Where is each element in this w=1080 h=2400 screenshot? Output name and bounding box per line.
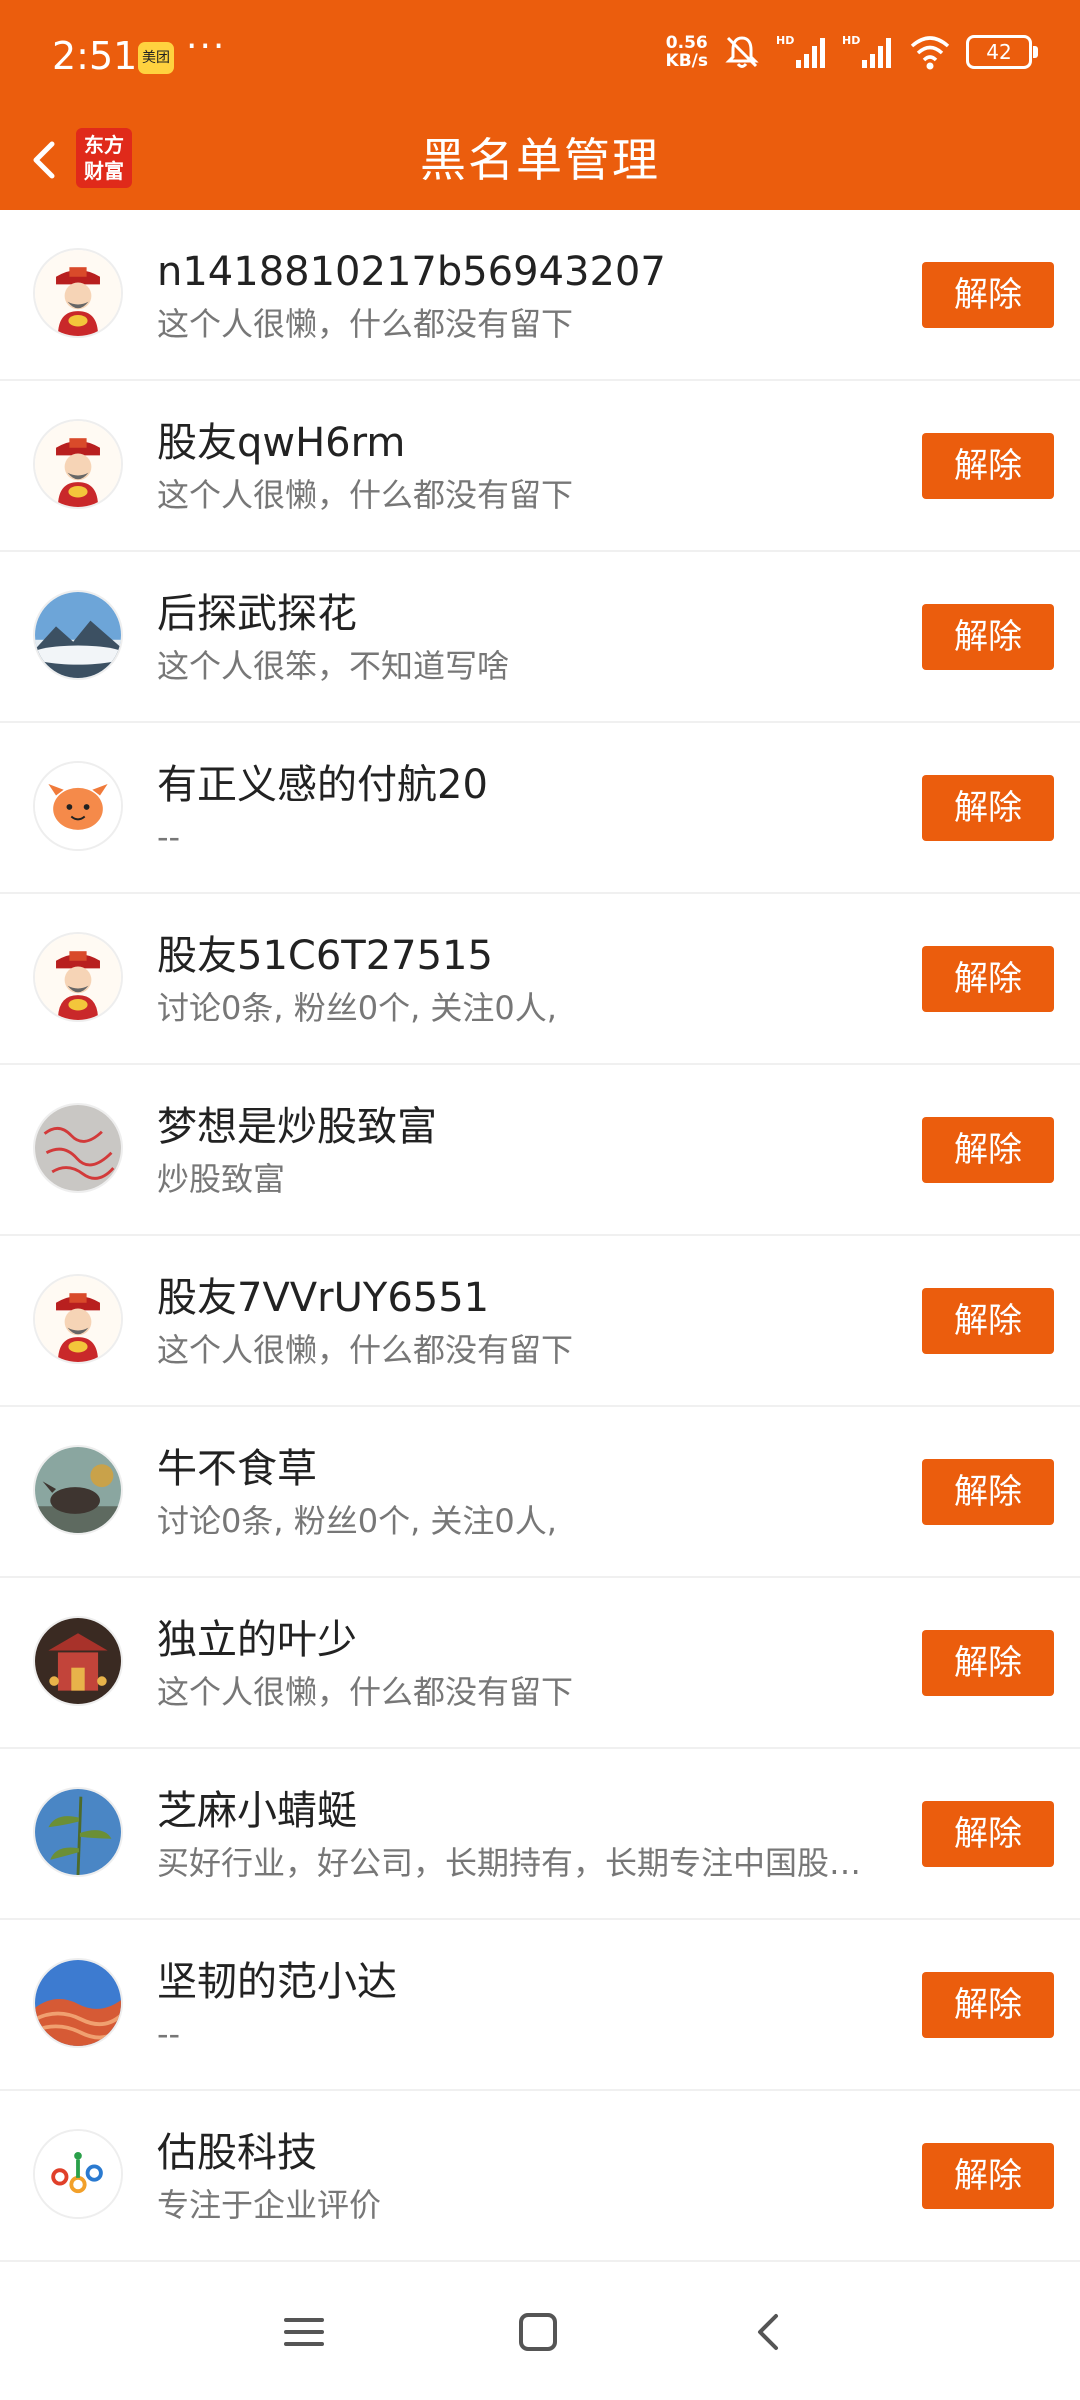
user-name[interactable]: 股友51C6T27515 (157, 930, 493, 982)
user-avatar[interactable] (33, 932, 123, 1022)
remove-button[interactable]: 解除 (922, 1288, 1054, 1354)
user-name[interactable]: 梦想是炒股致富 (157, 1101, 437, 1153)
user-avatar[interactable] (33, 2129, 123, 2219)
list-item: 股友51C6T27515 讨论0条, 粉丝0个, 关注0人, 解除 (0, 894, 1080, 1065)
blacklist: n1418810217b56943207 这个人很懒，什么都没有留下 解除 股友… (0, 210, 1080, 2262)
user-name[interactable]: 估股科技 (157, 2127, 317, 2179)
user-name[interactable]: 股友qwH6rm (157, 417, 405, 469)
user-avatar[interactable] (33, 1958, 123, 2048)
remove-button[interactable]: 解除 (922, 433, 1054, 499)
meituan-notification-icon: 美团 (138, 42, 174, 74)
list-item: 后探武探花 这个人很笨，不知道写啥 解除 (0, 552, 1080, 723)
svg-text:HD: HD (776, 34, 794, 47)
user-bio: 专注于企业评价 (157, 2186, 382, 2224)
network-speed: 0.56 KB/s (666, 34, 708, 70)
user-avatar[interactable] (33, 1445, 123, 1535)
user-bio: -- (157, 2015, 181, 2053)
remove-button[interactable]: 解除 (922, 262, 1054, 328)
signal-icon: HD (776, 34, 825, 68)
user-bio: 这个人很懒，什么都没有留下 (157, 1673, 574, 1711)
user-name[interactable]: 后探武探花 (157, 588, 357, 640)
remove-button[interactable]: 解除 (922, 1630, 1054, 1696)
user-avatar[interactable] (33, 1103, 123, 1193)
temple-icon (35, 1618, 121, 1704)
page-title: 黑名单管理 (420, 133, 660, 187)
remove-button[interactable]: 解除 (922, 2143, 1054, 2209)
system-nav-bar (0, 2264, 1080, 2400)
list-item: n1418810217b56943207 这个人很懒，什么都没有留下 解除 (0, 210, 1080, 381)
list-item: 梦想是炒股致富 炒股致富 解除 (0, 1065, 1080, 1236)
list-item: 估股科技 专注于企业评价 解除 (0, 2091, 1080, 2262)
wifi-icon (910, 36, 950, 70)
user-name[interactable]: 独立的叶少 (157, 1614, 357, 1666)
remove-button[interactable]: 解除 (922, 604, 1054, 670)
home-icon[interactable] (514, 2308, 562, 2356)
list-item: 股友7VVrUY6551 这个人很懒，什么都没有留下 解除 (0, 1236, 1080, 1407)
list-item: 芝麻小蜻蜓 买好行业，好公司，长期持有，长期专注中国股… 解除 (0, 1749, 1080, 1920)
user-name[interactable]: 芝麻小蜻蜓 (157, 1785, 357, 1837)
remove-button[interactable]: 解除 (922, 1801, 1054, 1867)
god-of-wealth-icon (35, 250, 121, 336)
god-of-wealth-icon (35, 421, 121, 507)
user-bio: 这个人很笨，不知道写啥 (157, 647, 510, 685)
user-avatar[interactable] (33, 248, 123, 338)
user-avatar[interactable] (33, 761, 123, 851)
status-bar: 2:51 美团 ··· 0.56 KB/s HD HD 42 (0, 0, 1080, 110)
user-name[interactable]: 股友7VVrUY6551 (157, 1272, 489, 1324)
remove-button[interactable]: 解除 (922, 1459, 1054, 1525)
user-name[interactable]: n1418810217b56943207 (157, 246, 666, 298)
plant-icon (35, 1789, 121, 1875)
user-name[interactable]: 有正义感的付航20 (157, 759, 488, 811)
gugu-logo-icon (35, 2131, 121, 2217)
wall-street-bull-icon (35, 1447, 121, 1533)
network-speed-value: 0.56 (665, 33, 708, 53)
battery-indicator: 42 (966, 35, 1038, 69)
svg-text:HD: HD (842, 34, 860, 47)
user-bio: 讨论0条, 粉丝0个, 关注0人, (157, 1502, 557, 1540)
remove-button[interactable]: 解除 (922, 775, 1054, 841)
signal-icon: HD (842, 34, 891, 68)
user-bio: 这个人很懒，什么都没有留下 (157, 1331, 574, 1369)
network-speed-unit: KB/s (665, 51, 708, 71)
more-notifications-icon: ··· (186, 26, 227, 67)
status-indicators: 0.56 KB/s HD HD 42 (666, 32, 1038, 72)
user-avatar[interactable] (33, 1787, 123, 1877)
user-bio: -- (157, 818, 181, 856)
status-time: 2:51 (52, 34, 138, 78)
user-avatar[interactable] (33, 590, 123, 680)
user-bio: 炒股致富 (157, 1160, 286, 1198)
user-bio: 买好行业，好公司，长期持有，长期专注中国股… (157, 1844, 862, 1882)
orange-bull-icon (35, 763, 121, 849)
list-item: 独立的叶少 这个人很懒，什么都没有留下 解除 (0, 1578, 1080, 1749)
handwriting-icon (35, 1105, 121, 1191)
back-icon[interactable] (746, 2308, 794, 2356)
remove-button[interactable]: 解除 (922, 1972, 1054, 2038)
menu-icon[interactable] (280, 2308, 328, 2356)
list-item: 坚韧的范小达 -- 解除 (0, 1920, 1080, 2091)
list-item: 有正义感的付航20 -- 解除 (0, 723, 1080, 894)
mountain-clouds-icon (35, 592, 121, 678)
user-name[interactable]: 牛不食草 (157, 1443, 317, 1495)
user-avatar[interactable] (33, 1274, 123, 1364)
user-bio: 这个人很懒，什么都没有留下 (157, 476, 574, 514)
user-bio: 这个人很懒，什么都没有留下 (157, 305, 574, 343)
mute-icon (725, 36, 759, 68)
user-avatar[interactable] (33, 1616, 123, 1706)
list-item: 牛不食草 讨论0条, 粉丝0个, 关注0人, 解除 (0, 1407, 1080, 1578)
god-of-wealth-icon (35, 934, 121, 1020)
remove-button[interactable]: 解除 (922, 1117, 1054, 1183)
user-avatar[interactable] (33, 419, 123, 509)
user-bio: 讨论0条, 粉丝0个, 关注0人, (157, 989, 557, 1027)
red-rock-icon (35, 1960, 121, 2046)
title-bar: 东方 财富 黑名单管理 (0, 110, 1080, 210)
list-item: 股友qwH6rm 这个人很懒，什么都没有留下 解除 (0, 381, 1080, 552)
remove-button[interactable]: 解除 (922, 946, 1054, 1012)
user-name[interactable]: 坚韧的范小达 (157, 1956, 397, 2008)
god-of-wealth-icon (35, 1276, 121, 1362)
